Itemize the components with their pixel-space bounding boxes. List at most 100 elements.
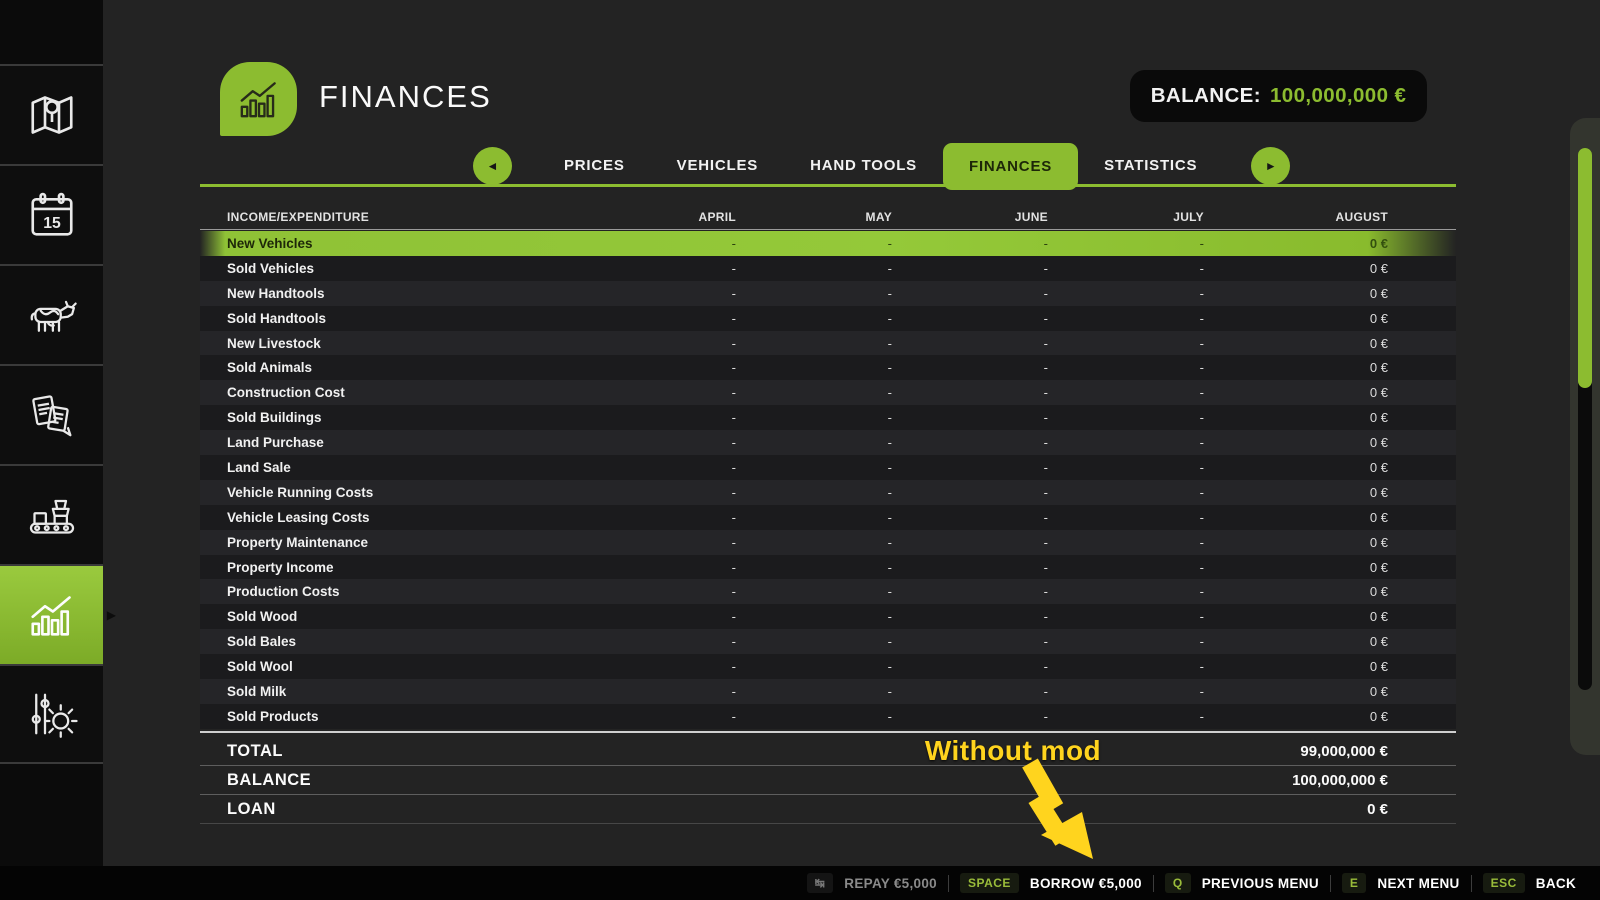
summary-label: TOTAL: [200, 742, 808, 761]
table-row[interactable]: Production Costs----0 €: [200, 579, 1456, 604]
row-value: -: [892, 336, 1048, 351]
balance-display: BALANCE: 100,000,000 €: [1130, 70, 1427, 122]
hotkey-separator: [1153, 875, 1154, 892]
contracts-icon: [24, 387, 80, 443]
sidebar-item-production[interactable]: [0, 464, 103, 564]
table-row[interactable]: Sold Wood----0 €: [200, 604, 1456, 629]
row-value: -: [580, 336, 736, 351]
table-row[interactable]: Sold Animals----0 €: [200, 355, 1456, 380]
row-value: 0 €: [1204, 460, 1388, 475]
row-value: 0 €: [1204, 609, 1388, 624]
row-value: -: [892, 435, 1048, 450]
table-row[interactable]: Land Sale----0 €: [200, 455, 1456, 480]
svg-text:15: 15: [43, 215, 61, 232]
table-row[interactable]: Property Maintenance----0 €: [200, 530, 1456, 555]
sidebar-item-contracts[interactable]: [0, 364, 103, 464]
table-row[interactable]: Land Purchase----0 €: [200, 430, 1456, 455]
table-row[interactable]: New Handtools----0 €: [200, 281, 1456, 306]
column-header: INCOME/EXPENDITURE: [200, 210, 580, 224]
row-value: -: [580, 360, 736, 375]
tab-finances[interactable]: FINANCES: [943, 143, 1078, 190]
row-value: -: [580, 659, 736, 674]
column-header: APRIL: [580, 210, 736, 224]
tab-statistics[interactable]: STATISTICS: [1078, 143, 1223, 189]
row-value: -: [892, 460, 1048, 475]
table-header: INCOME/EXPENDITURE APRIL MAY JUNE JULY A…: [200, 204, 1456, 229]
row-value: -: [892, 709, 1048, 724]
table-row[interactable]: New Vehicles----0 €: [200, 231, 1456, 256]
summary-label: BALANCE: [200, 771, 808, 790]
tabs-prev-button[interactable]: ◄: [473, 147, 512, 185]
hotkey-next-menu[interactable]: ENEXT MENU: [1342, 873, 1460, 893]
divider: [200, 823, 1456, 824]
row-value: -: [1048, 659, 1204, 674]
row-value: -: [580, 560, 736, 575]
table-row[interactable]: New Livestock----0 €: [200, 331, 1456, 356]
column-header: AUGUST: [1204, 210, 1388, 224]
hotkey-separator: [948, 875, 949, 892]
hotkey-label: BACK: [1536, 876, 1576, 891]
tab-prices[interactable]: PRICES: [538, 143, 651, 189]
row-value: -: [580, 634, 736, 649]
row-value: 0 €: [1204, 385, 1388, 400]
table-row[interactable]: Sold Handtools----0 €: [200, 306, 1456, 331]
summary-row-balance: BALANCE 100,000,000 €: [200, 766, 1456, 794]
scrollbar-thumb[interactable]: [1578, 148, 1592, 388]
row-value: -: [1048, 684, 1204, 699]
row-label: Sold Bales: [200, 634, 580, 649]
row-value: -: [1048, 385, 1204, 400]
table-row[interactable]: Property Income----0 €: [200, 555, 1456, 580]
hotkey-back[interactable]: ESCBACK: [1483, 873, 1576, 893]
row-value: -: [1048, 410, 1204, 425]
row-value: 0 €: [1204, 510, 1388, 525]
row-value: -: [892, 510, 1048, 525]
row-label: Land Sale: [200, 460, 580, 475]
sidebar-item-animals[interactable]: [0, 264, 103, 364]
row-value: 0 €: [1204, 684, 1388, 699]
hotkey-repay[interactable]: ↹REPAY €5,000: [807, 873, 937, 893]
row-value: -: [1048, 336, 1204, 351]
table-row[interactable]: Vehicle Running Costs----0 €: [200, 480, 1456, 505]
sidebar-item-finances[interactable]: ▶: [0, 564, 103, 664]
row-label: Sold Milk: [200, 684, 580, 699]
tabs-next-button[interactable]: ►: [1251, 147, 1290, 185]
summary-label: LOAN: [200, 800, 808, 819]
row-label: New Livestock: [200, 336, 580, 351]
row-label: Sold Products: [200, 709, 580, 724]
row-value: -: [736, 634, 892, 649]
row-value: 0 €: [1204, 485, 1388, 500]
row-value: -: [892, 360, 1048, 375]
sidebar-item-calendar[interactable]: 15: [0, 164, 103, 264]
row-value: -: [736, 535, 892, 550]
scrollbar-track[interactable]: [1578, 148, 1592, 690]
table-row[interactable]: Sold Wool----0 €: [200, 654, 1456, 679]
table-row[interactable]: Sold Products----0 €: [200, 704, 1456, 729]
row-value: 0 €: [1204, 236, 1388, 251]
row-value: -: [1048, 435, 1204, 450]
row-value: -: [892, 236, 1048, 251]
sidebar-item-map[interactable]: [0, 64, 103, 164]
row-value: -: [736, 360, 892, 375]
row-value: -: [1048, 510, 1204, 525]
column-header: JULY: [1048, 210, 1204, 224]
row-value: -: [580, 485, 736, 500]
table-row[interactable]: Vehicle Leasing Costs----0 €: [200, 505, 1456, 530]
row-value: -: [892, 385, 1048, 400]
row-value: -: [736, 261, 892, 276]
table-row[interactable]: Construction Cost----0 €: [200, 380, 1456, 405]
table-row[interactable]: Sold Milk----0 €: [200, 679, 1456, 704]
hotkey-borrow[interactable]: SPACEBORROW €5,000: [960, 873, 1142, 893]
tab-vehicles[interactable]: VEHICLES: [651, 143, 784, 189]
row-value: -: [580, 684, 736, 699]
row-value: 0 €: [1204, 360, 1388, 375]
row-value: -: [580, 435, 736, 450]
row-value: -: [1048, 261, 1204, 276]
sidebar-item-settings[interactable]: [0, 664, 103, 764]
table-row[interactable]: Sold Bales----0 €: [200, 629, 1456, 654]
hotkey-previous-menu[interactable]: QPREVIOUS MENU: [1165, 873, 1319, 893]
table-row[interactable]: Sold Vehicles----0 €: [200, 256, 1456, 281]
row-value: -: [1048, 236, 1204, 251]
table-row[interactable]: Sold Buildings----0 €: [200, 405, 1456, 430]
tab-hand-tools[interactable]: HAND TOOLS: [784, 143, 943, 189]
row-value: -: [1048, 311, 1204, 326]
